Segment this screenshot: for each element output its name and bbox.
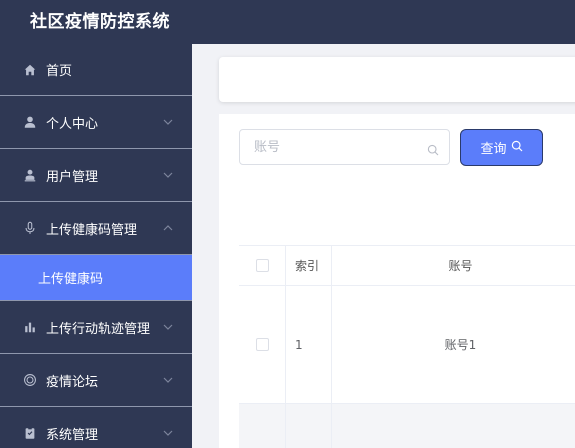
sidebar-item-system-management[interactable]: 系统管理 — [0, 407, 192, 448]
row-account-cell — [332, 404, 575, 448]
user-manage-icon — [22, 167, 38, 183]
sidebar-item-user-management[interactable]: 用户管理 — [0, 149, 192, 202]
sidebar-item-health-code-management[interactable]: 上传健康码管理 — [0, 202, 192, 255]
sidebar-item-label: 上传行动轨迹管理 — [46, 321, 151, 337]
microphone-icon — [22, 220, 38, 236]
chevron-down-icon — [162, 427, 174, 439]
sidebar-subitem-upload-health-code[interactable]: 上传健康码 — [0, 255, 192, 301]
home-icon — [22, 62, 38, 78]
row-index-cell: 1 — [286, 286, 332, 403]
top-header: 社区疫情防控系统 — [0, 0, 575, 44]
row-checkbox-cell — [239, 286, 286, 403]
app-title: 社区疫情防控系统 — [30, 12, 170, 32]
select-all-checkbox[interactable] — [255, 259, 269, 272]
sidebar-subitem-label: 上传健康码 — [38, 272, 104, 287]
sidebar-item-trajectory-management[interactable]: 上传行动轨迹管理 — [0, 301, 192, 354]
query-button[interactable]: 查询 — [460, 129, 543, 166]
row-checkbox[interactable] — [255, 338, 269, 351]
sidebar-item-label: 首页 — [46, 64, 73, 79]
search-icon — [511, 140, 523, 156]
clipboard-icon — [22, 425, 38, 441]
search-field[interactable] — [239, 129, 450, 165]
search-input[interactable] — [240, 130, 410, 164]
content-panel: 查询 索引 账号 1 账号1 — [219, 114, 575, 448]
query-button-label: 查询 — [480, 142, 507, 157]
breadcrumb — [219, 57, 575, 102]
forum-icon — [22, 372, 38, 388]
bar-chart-icon — [22, 319, 38, 335]
table-header-row: 索引 账号 — [239, 246, 575, 286]
chevron-down-icon — [162, 116, 174, 128]
row-account-cell: 账号1 — [444, 338, 477, 352]
table-row[interactable]: 1 账号1 — [239, 286, 575, 404]
column-header-index: 索引 — [286, 246, 332, 285]
row-index-cell — [286, 404, 332, 448]
header-checkbox-cell — [239, 246, 286, 285]
sidebar-item-label: 用户管理 — [46, 169, 99, 185]
sidebar-item-home[interactable]: 首页 — [0, 44, 192, 96]
search-icon — [427, 141, 439, 156]
chevron-up-icon — [162, 222, 174, 234]
sidebar: 首页 个人中心 用户管理 上传健康码管理 上传健康码 上传行动轨迹管理 疫情论坛… — [0, 44, 192, 448]
main-content: 查询 索引 账号 1 账号1 — [192, 44, 575, 448]
sidebar-item-label: 系统管理 — [46, 427, 99, 443]
sidebar-item-label: 疫情论坛 — [46, 374, 99, 390]
sidebar-item-label: 上传健康码管理 — [46, 222, 138, 238]
chevron-down-icon — [162, 169, 174, 181]
user-icon — [22, 114, 38, 130]
row-checkbox-cell — [239, 404, 286, 448]
table-row[interactable] — [239, 404, 575, 448]
sidebar-item-label: 个人中心 — [46, 116, 99, 132]
sidebar-item-personal-center[interactable]: 个人中心 — [0, 96, 192, 149]
data-table: 索引 账号 1 账号1 — [239, 245, 575, 448]
column-header-account: 账号 — [448, 259, 473, 273]
chevron-down-icon — [162, 374, 174, 386]
chevron-down-icon — [162, 321, 174, 333]
sidebar-item-forum[interactable]: 疫情论坛 — [0, 354, 192, 407]
